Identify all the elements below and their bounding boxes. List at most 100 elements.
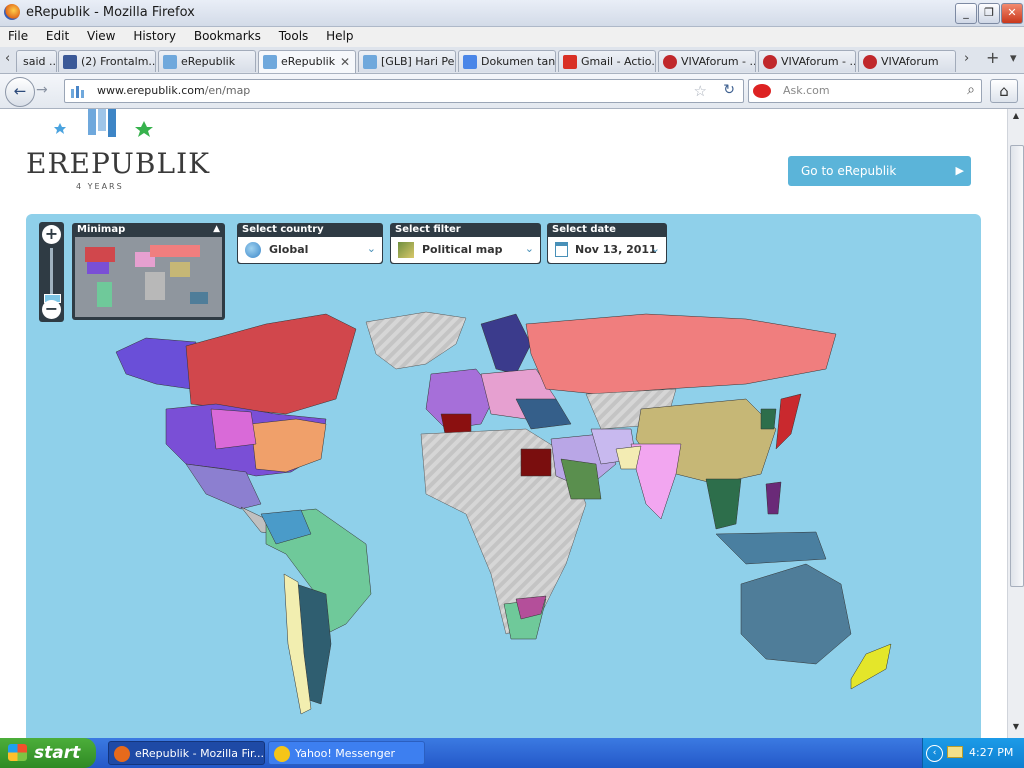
search-input[interactable]: Ask.com: [783, 84, 830, 97]
tab-frontalm[interactable]: (2) Frontalm...: [58, 50, 156, 72]
region-korea: [760, 408, 777, 430]
show-hidden-icons-button[interactable]: ‹: [926, 745, 943, 762]
region-new-zealand: [850, 643, 892, 690]
select-date-panel: Select date Nov 13, 2011 ⌄: [547, 223, 667, 264]
new-tab-button[interactable]: +: [986, 48, 999, 67]
minimap-panel: Minimap ▲: [72, 223, 225, 320]
map-filter-icon: [398, 242, 414, 258]
region-alaska: [115, 337, 197, 390]
scrollbar-thumb[interactable]: [1010, 145, 1024, 587]
select-country-panel: Select country Global ⌄: [237, 223, 383, 264]
menu-tools[interactable]: Tools: [273, 27, 315, 45]
region-southeast-asia: [705, 478, 742, 530]
search-icon[interactable]: ⌕: [967, 82, 975, 98]
tab-vivaforum-3[interactable]: VIVAforum: [858, 50, 956, 72]
zoom-in-button[interactable]: +: [42, 225, 61, 244]
region-usa-central: [210, 408, 257, 450]
region-greenland: [365, 311, 467, 370]
vivaforum-icon: [863, 55, 877, 69]
start-button[interactable]: start: [0, 738, 96, 768]
windows-logo-icon: [8, 744, 27, 761]
minimap-collapse-icon[interactable]: ▲: [213, 224, 220, 234]
select-country-dropdown[interactable]: Global ⌄: [238, 237, 382, 263]
taskbar-item-yahoo-messenger[interactable]: Yahoo! Messenger: [268, 741, 425, 765]
taskbar-item-firefox[interactable]: eRepublik - Mozilla Fir...: [108, 741, 265, 765]
erepublik-logo[interactable]: EREPUBLIK 4 YEARS: [26, 109, 209, 194]
tab-said[interactable]: said ...: [16, 50, 57, 72]
bookmark-star-icon[interactable]: ☆: [694, 82, 707, 100]
url-text[interactable]: www.erepublik.com/en/map: [97, 84, 250, 97]
select-date-label: Select date: [552, 224, 616, 235]
select-date-dropdown[interactable]: Nov 13, 2011 ⌄: [548, 237, 666, 263]
minimize-button[interactable]: _: [955, 3, 977, 24]
home-button[interactable]: ⌂: [990, 79, 1018, 103]
tab-label: eRepublik: [281, 55, 336, 68]
menu-view[interactable]: View: [81, 27, 121, 45]
menu-history[interactable]: History: [127, 27, 182, 45]
search-bar[interactable]: Ask.com ⌕: [748, 79, 982, 103]
region-balkans: [515, 398, 572, 430]
menu-help[interactable]: Help: [320, 27, 359, 45]
chevron-down-icon: ⌄: [650, 242, 660, 255]
select-filter-dropdown[interactable]: Political map ⌄: [391, 237, 540, 263]
go-button-label: Go to eRepublik: [801, 164, 897, 178]
zoom-slider-track[interactable]: [50, 248, 53, 298]
tab-bar: ‹ said ... (2) Frontalm... eRepublik eRe…: [0, 47, 1024, 74]
vivaforum-icon: [763, 55, 777, 69]
region-japan: [775, 393, 802, 450]
region-canada: [185, 313, 357, 415]
select-country-value: Global: [269, 243, 309, 256]
back-button[interactable]: ←: [5, 77, 35, 107]
tab-label: (2) Frontalm...: [81, 55, 156, 68]
document-icon: [463, 55, 477, 69]
close-window-button[interactable]: ✕: [1001, 3, 1023, 24]
windows-taskbar: start eRepublik - Mozilla Fir... Yahoo! …: [0, 738, 1024, 768]
region-usa-east: [250, 418, 327, 473]
tab-vivaforum-1[interactable]: VIVAforum - ...: [658, 50, 756, 72]
zoom-out-button[interactable]: −: [42, 300, 61, 319]
firefox-icon: [114, 746, 130, 762]
reload-icon[interactable]: ↻: [723, 82, 735, 98]
ask-engine-icon[interactable]: [753, 84, 771, 98]
gmail-icon: [563, 55, 577, 69]
go-to-erepublik-button[interactable]: Go to eRepublik ▶: [788, 156, 971, 186]
tab-scroll-right-icon[interactable]: ›: [964, 51, 969, 66]
forward-button[interactable]: →: [36, 82, 48, 98]
navigation-toolbar: ← → www.erepublik.com/en/map ☆ ↻ Ask.com…: [0, 74, 1024, 109]
menu-file[interactable]: File: [2, 27, 34, 45]
region-russia: [525, 313, 837, 395]
page-scrollbar[interactable]: ▲ ▼: [1007, 109, 1024, 738]
minimap-view[interactable]: [75, 237, 222, 317]
tab-erepublik-1[interactable]: eRepublik: [158, 50, 256, 72]
notification-envelope-icon[interactable]: [947, 746, 963, 758]
scroll-down-icon[interactable]: ▼: [1010, 722, 1022, 736]
select-date-value: Nov 13, 2011: [575, 243, 657, 256]
system-tray: ‹ 4:27 PM: [922, 738, 1024, 768]
tab-scroll-left-icon[interactable]: ‹: [5, 51, 10, 66]
tab-label: VIVAforum - ...: [681, 55, 756, 68]
chevron-down-icon: ⌄: [524, 242, 534, 255]
menu-edit[interactable]: Edit: [40, 27, 75, 45]
url-bar[interactable]: www.erepublik.com/en/map ☆ ↻: [64, 79, 744, 103]
logo-graphic-icon: [54, 109, 153, 137]
world-map[interactable]: + − Minimap ▲ Select country Global ⌄ Se…: [26, 214, 981, 738]
chevron-down-icon: ⌄: [366, 242, 376, 255]
page-content: EREPUBLIK 4 YEARS Go to eRepublik ▶ + − …: [0, 109, 1007, 738]
zoom-control: + −: [39, 222, 64, 322]
tab-vivaforum-2[interactable]: VIVAforum - ...: [758, 50, 856, 72]
select-filter-label: Select filter: [395, 224, 461, 235]
tab-label: eRepublik: [181, 55, 236, 68]
menu-bookmarks[interactable]: Bookmarks: [188, 27, 267, 45]
tab-gmail[interactable]: Gmail - Actio...: [558, 50, 656, 72]
site-identity-icon: [71, 86, 84, 98]
list-all-tabs-icon[interactable]: ▾: [1010, 51, 1017, 66]
tab-dokumen[interactable]: Dokumen tan...: [458, 50, 556, 72]
minimap-title: Minimap: [77, 224, 126, 235]
scroll-up-icon[interactable]: ▲: [1010, 111, 1022, 125]
clock: 4:27 PM: [969, 746, 1014, 759]
tab-erepublik-active[interactable]: eRepublik ✕: [258, 50, 356, 73]
erepublik-favicon-icon: [263, 55, 277, 69]
maximize-button[interactable]: ❐: [978, 3, 1000, 24]
close-tab-icon[interactable]: ✕: [340, 51, 350, 73]
tab-glb[interactable]: [GLB] Hari Pe...: [358, 50, 456, 72]
